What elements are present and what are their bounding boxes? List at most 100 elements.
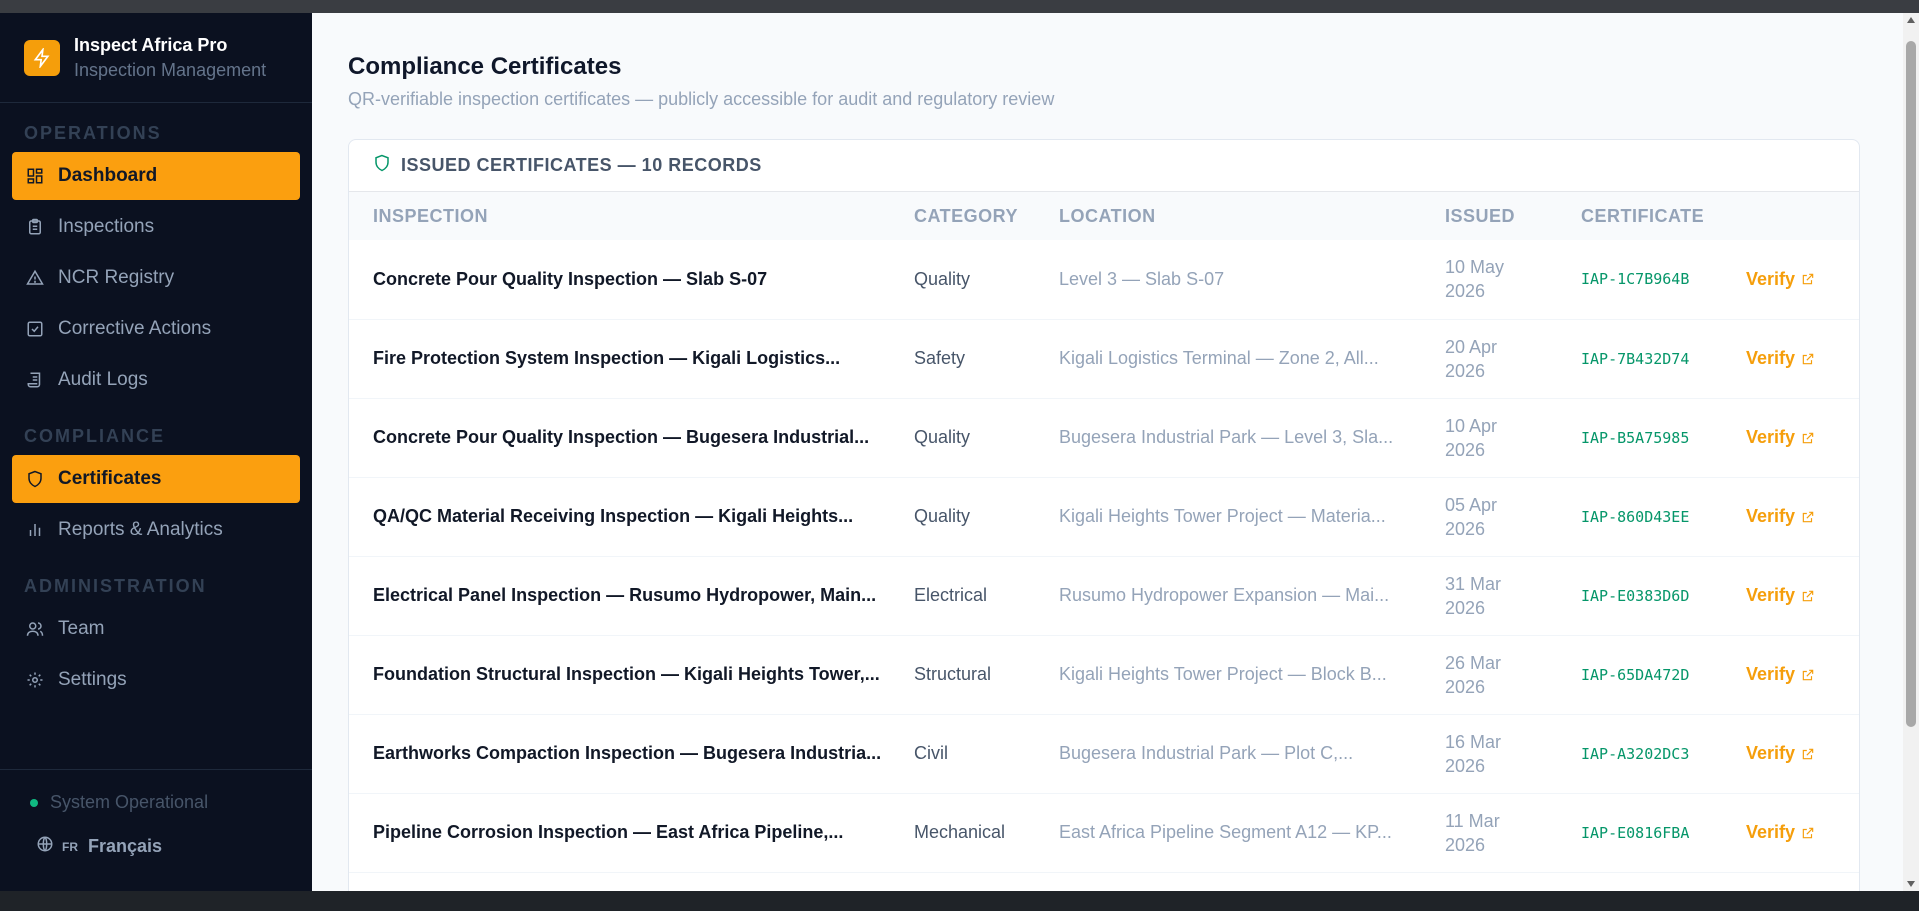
sidebar-item-team[interactable]: Team	[12, 605, 300, 653]
cell-certificate: IAP-860D43EE	[1581, 507, 1690, 526]
section-label-administration: ADMINISTRATION	[24, 576, 207, 596]
verify-link[interactable]: Verify	[1746, 743, 1815, 764]
verify-label: Verify	[1746, 664, 1796, 684]
scroll-icon	[24, 369, 46, 391]
sidebar-item-label: Team	[58, 618, 105, 639]
external-link-icon	[1802, 274, 1814, 285]
sidebar: Inspect Africa Pro Inspection Management…	[0, 13, 312, 891]
cell-issued: 10 May 2026	[1445, 257, 1505, 302]
cell-inspection: Electrical Panel Inspection — Rusumo Hyd…	[373, 585, 877, 605]
external-link-icon	[1802, 669, 1814, 680]
column-header-certificate[interactable]: CERTIFICATE	[1581, 192, 1746, 240]
vertical-scrollbar[interactable]	[1903, 13, 1919, 891]
system-status-label: System Operational	[50, 792, 209, 812]
scroll-down-arrow-icon[interactable]	[1907, 881, 1915, 887]
sidebar-item-dashboard[interactable]: Dashboard	[12, 152, 300, 200]
cell-issued: 05 Apr 2026	[1445, 494, 1498, 539]
cell-certificate: IAP-65DA472D	[1581, 665, 1690, 684]
verify-label: Verify	[1746, 268, 1796, 289]
cell-category: Civil	[914, 743, 948, 763]
sidebar-item-inspections[interactable]: Inspections	[12, 203, 300, 251]
gear-icon	[24, 669, 46, 691]
table-row[interactable]: Fire Protection System Inspection — Kiga…	[349, 319, 1859, 398]
sidebar-item-audit-logs[interactable]: Audit Logs	[12, 356, 300, 404]
cell-location: Bugesera Industrial Park — Level 3, Sla.…	[1059, 427, 1394, 447]
verify-link[interactable]: Verify	[1746, 348, 1815, 369]
sidebar-item-label: Inspections	[58, 216, 155, 237]
cell-issued: 31 Mar 2026	[1445, 573, 1502, 618]
language-switcher[interactable]: FR Français	[0, 835, 312, 858]
sidebar-item-corrective-actions[interactable]: Corrective Actions	[12, 305, 300, 353]
grid-icon	[24, 165, 46, 187]
table-header-row: INSPECTION CATEGORY LOCATION ISSUED CERT…	[349, 192, 1859, 240]
table-row[interactable]: Foundation Structural Inspection — Kigal…	[349, 635, 1859, 714]
scrollbar-thumb[interactable]	[1906, 41, 1916, 727]
card-header: ISSUED CERTIFICATES — 10 RECORDS	[349, 140, 1859, 192]
verify-label: Verify	[1746, 348, 1796, 368]
main-content: Compliance Certificates QR-verifiable in…	[312, 13, 1919, 891]
sidebar-item-certificates[interactable]: Certificates	[12, 455, 300, 503]
external-link-icon	[1802, 432, 1814, 443]
column-header-location[interactable]: LOCATION	[1059, 192, 1445, 240]
warning-icon	[24, 267, 46, 289]
verify-label: Verify	[1746, 822, 1796, 842]
cell-certificate: IAP-B5A75985	[1581, 428, 1690, 447]
cell-inspection: QA/QC Material Receiving Inspection — Ki…	[373, 506, 854, 526]
verify-link[interactable]: Verify	[1746, 585, 1815, 606]
system-footer: System Operational FR Français	[0, 769, 312, 891]
cell-inspection: Earthworks Compaction Inspection — Buges…	[373, 743, 882, 763]
language-label: Français	[88, 836, 163, 856]
page-title: Compliance Certificates	[348, 53, 622, 80]
verify-link[interactable]: Verify	[1746, 506, 1815, 527]
clipboard-icon	[24, 216, 46, 238]
certificates-card: ISSUED CERTIFICATES — 10 RECORDS INSPECT…	[348, 139, 1860, 891]
verify-label: Verify	[1746, 585, 1796, 605]
column-header-issued[interactable]: ISSUED	[1445, 192, 1581, 240]
bar-chart-icon	[24, 519, 46, 541]
column-header-category[interactable]: CATEGORY	[914, 192, 1059, 240]
table-row[interactable]: Concrete Pour Quality Inspection — Slab …	[349, 240, 1859, 319]
certificates-table: INSPECTION CATEGORY LOCATION ISSUED CERT…	[349, 192, 1859, 873]
cell-issued: 16 Mar 2026	[1445, 731, 1502, 776]
cell-certificate: IAP-A3202DC3	[1581, 744, 1690, 763]
table-row[interactable]: Concrete Pour Quality Inspection — Buges…	[349, 398, 1859, 477]
column-header-inspection[interactable]: INSPECTION	[349, 192, 914, 240]
cell-location: East Africa Pipeline Segment A12 — KP...	[1059, 822, 1392, 842]
app-shell: Inspect Africa Pro Inspection Management…	[0, 13, 1919, 891]
sidebar-item-settings[interactable]: Settings	[12, 656, 300, 704]
cell-location: Level 3 — Slab S-07	[1059, 268, 1225, 289]
verify-link[interactable]: Verify	[1746, 822, 1815, 843]
sidebar-item-label: Certificates	[58, 468, 162, 489]
system-status: System Operational	[0, 792, 312, 813]
cell-category: Safety	[914, 348, 966, 368]
globe-icon	[36, 835, 54, 858]
brand-title: Inspect Africa Pro	[74, 34, 228, 55]
cell-category: Quality	[914, 268, 971, 289]
brand[interactable]: Inspect Africa Pro Inspection Management	[0, 13, 312, 103]
shield-icon	[24, 468, 46, 490]
cell-category: Structural	[914, 664, 992, 684]
check-square-icon	[24, 318, 46, 340]
table-row[interactable]: Electrical Panel Inspection — Rusumo Hyd…	[349, 556, 1859, 635]
cell-certificate: IAP-E0816FBA	[1581, 823, 1690, 842]
verify-link[interactable]: Verify	[1746, 427, 1815, 448]
cell-location: Rusumo Hydropower Expansion — Mai...	[1059, 585, 1390, 605]
cell-inspection: Pipeline Corrosion Inspection — East Afr…	[373, 822, 844, 842]
sidebar-item-reports-analytics[interactable]: Reports & Analytics	[12, 506, 300, 554]
verify-label: Verify	[1746, 427, 1796, 447]
cell-certificate: IAP-E0383D6D	[1581, 586, 1690, 605]
table-row[interactable]: Earthworks Compaction Inspection — Buges…	[349, 714, 1859, 793]
table-row[interactable]: QA/QC Material Receiving Inspection — Ki…	[349, 477, 1859, 556]
external-link-icon	[1802, 590, 1814, 601]
verify-link[interactable]: Verify	[1746, 664, 1815, 685]
verify-label: Verify	[1746, 743, 1796, 763]
verify-link[interactable]: Verify	[1746, 269, 1815, 290]
cell-inspection: Concrete Pour Quality Inspection — Buges…	[373, 427, 870, 447]
cell-certificate: IAP-7B432D74	[1581, 349, 1690, 368]
brand-subtitle: Inspection Management	[74, 59, 267, 80]
table-row[interactable]: Pipeline Corrosion Inspection — East Afr…	[349, 793, 1859, 872]
external-link-icon	[1802, 748, 1814, 759]
scroll-up-arrow-icon[interactable]	[1907, 17, 1915, 23]
sidebar-item-ncr-registry[interactable]: NCR Registry	[12, 254, 300, 302]
sidebar-item-label: Reports & Analytics	[58, 519, 223, 540]
